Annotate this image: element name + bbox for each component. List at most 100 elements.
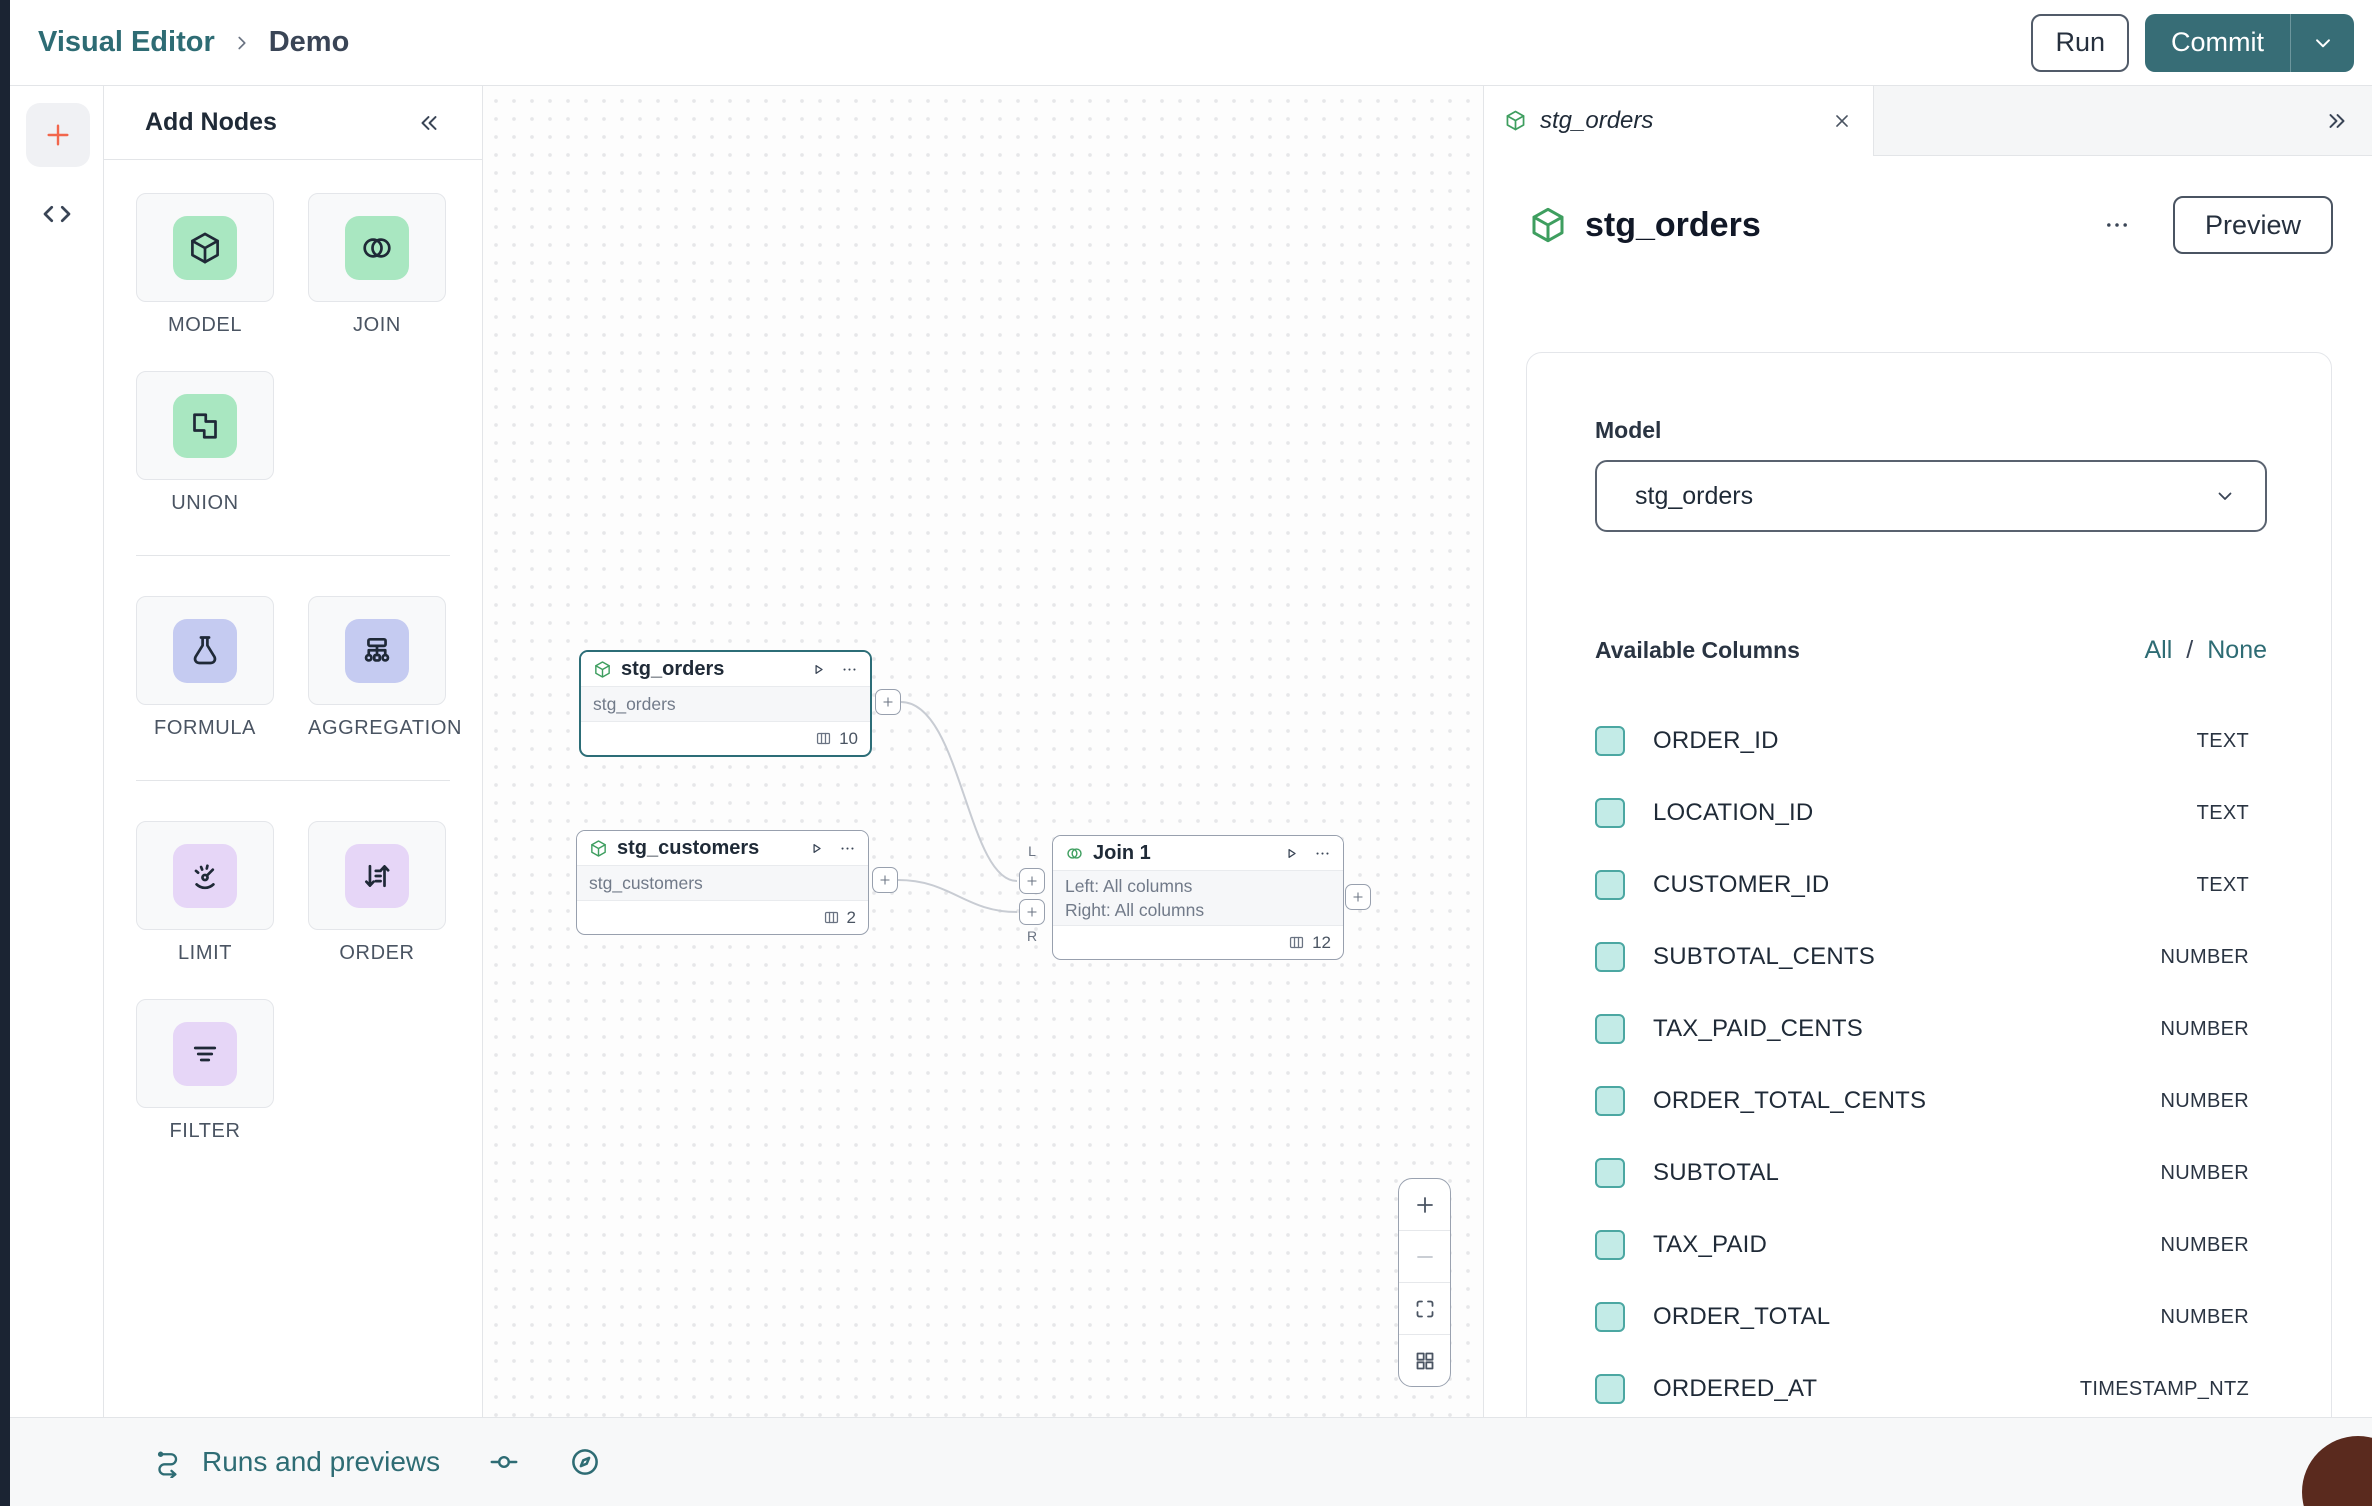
join-right-config: Right: All columns: [1065, 900, 1331, 921]
tab-stg-orders[interactable]: stg_orders: [1484, 86, 1874, 156]
node-join-1[interactable]: Join 1 Left: All columns Right: All colu…: [1052, 835, 1344, 960]
run-button[interactable]: Run: [2031, 14, 2129, 72]
cube-icon: [187, 230, 223, 266]
add-node-aggregation-button[interactable]: AGGREGATION: [308, 596, 446, 740]
chevron-right-icon: [231, 32, 253, 54]
model-select[interactable]: stg_orders: [1595, 460, 2267, 532]
column-checkbox[interactable]: [1595, 1086, 1625, 1116]
chevron-down-icon: [2310, 30, 2336, 56]
join-right-input-handle[interactable]: [1019, 899, 1045, 925]
palette-label: FILTER: [136, 1120, 274, 1143]
palette-divider: [136, 555, 450, 556]
add-node-rail-button[interactable]: [26, 103, 90, 167]
column-checkbox[interactable]: [1595, 726, 1625, 756]
more-options-icon[interactable]: [841, 661, 858, 678]
column-checkbox[interactable]: [1595, 1230, 1625, 1260]
palette-label: ORDER: [308, 942, 446, 965]
minus-icon: [1413, 1245, 1437, 1269]
fit-view-button[interactable]: [1399, 1282, 1450, 1334]
node-actions: [810, 661, 858, 678]
column-type: TEXT: [2197, 730, 2249, 753]
compass-icon[interactable]: [568, 1445, 602, 1479]
node-subtitle: stg_orders: [581, 686, 870, 722]
column-name: ORDER_ID: [1653, 727, 1779, 755]
palette-tile: [345, 844, 409, 908]
collapse-panel-button[interactable]: [416, 110, 442, 136]
join-icon: [1065, 844, 1084, 863]
output-handle-stg-orders[interactable]: [875, 689, 901, 715]
more-options-icon[interactable]: [2103, 211, 2131, 239]
top-header: Visual Editor Demo Run Commit: [10, 0, 2372, 86]
tab-title: stg_orders: [1540, 107, 1653, 135]
palette-tile: [173, 1022, 237, 1086]
column-checkbox[interactable]: [1595, 942, 1625, 972]
column-row: ORDER_TOTAL NUMBER: [1595, 1281, 2267, 1353]
select-all-link[interactable]: All: [2144, 636, 2172, 665]
column-name: TAX_PAID: [1653, 1231, 1767, 1259]
runs-icon: [152, 1447, 184, 1478]
commit-button[interactable]: Commit: [2145, 14, 2290, 72]
node-footer: 2: [577, 901, 868, 934]
right-port-label: R: [1019, 928, 1045, 944]
palette-label: MODEL: [136, 314, 274, 337]
dag-canvas[interactable]: stg_orders stg_orders 10 stg_customers: [483, 86, 1483, 1417]
add-node-join-button[interactable]: JOIN: [308, 193, 446, 337]
play-icon[interactable]: [810, 661, 827, 678]
palette-card: [136, 371, 274, 480]
palette-group: FORMULA AGGREGATION: [136, 596, 482, 740]
model-field-label: Model: [1595, 417, 2267, 444]
header-actions: Run Commit: [2031, 14, 2354, 72]
add-node-limit-button[interactable]: LIMIT: [136, 821, 274, 965]
output-handle-stg-customers[interactable]: [872, 867, 898, 893]
breadcrumb: Visual Editor Demo: [38, 26, 349, 59]
runs-and-previews-button[interactable]: Runs and previews: [202, 1446, 440, 1478]
breadcrumb-root-link[interactable]: Visual Editor: [38, 26, 215, 59]
left-port-label: L: [1019, 843, 1045, 859]
auto-layout-button[interactable]: [1399, 1334, 1450, 1386]
column-row: ORDER_TOTAL_CENTS NUMBER: [1595, 1065, 2267, 1137]
zoom-out-button[interactable]: [1399, 1230, 1450, 1282]
node-stg-orders[interactable]: stg_orders stg_orders 10: [579, 650, 872, 757]
output-handle-join[interactable]: [1345, 884, 1371, 910]
column-type: NUMBER: [2161, 1090, 2249, 1113]
code-view-button[interactable]: [31, 192, 83, 236]
play-icon[interactable]: [1283, 845, 1300, 862]
add-nodes-header: Add Nodes: [104, 86, 482, 160]
preview-button[interactable]: Preview: [2173, 196, 2333, 254]
zoom-in-button[interactable]: [1399, 1179, 1450, 1230]
palette-tile: [173, 844, 237, 908]
column-checkbox[interactable]: [1595, 1302, 1625, 1332]
more-options-icon[interactable]: [839, 840, 856, 857]
play-icon[interactable]: [808, 840, 825, 857]
commit-dropdown-button[interactable]: [2290, 14, 2354, 72]
union-icon: [187, 408, 223, 444]
more-options-icon[interactable]: [1314, 845, 1331, 862]
add-node-formula-button[interactable]: FORMULA: [136, 596, 274, 740]
column-checkbox[interactable]: [1595, 1158, 1625, 1188]
join-left-input-handle[interactable]: [1019, 868, 1045, 894]
collapsed-nav-rail: [0, 0, 10, 1506]
column-name: CUSTOMER_ID: [1653, 871, 1829, 899]
git-commit-icon[interactable]: [488, 1446, 520, 1478]
column-checkbox[interactable]: [1595, 1014, 1625, 1044]
add-node-filter-button[interactable]: FILTER: [136, 999, 274, 1143]
columns-icon: [815, 730, 832, 747]
close-icon[interactable]: [1831, 110, 1853, 132]
column-checkbox[interactable]: [1595, 1374, 1625, 1404]
column-name: ORDERED_AT: [1653, 1375, 1817, 1403]
add-nodes-list: MODEL JOIN UNION FORMULA: [104, 193, 482, 1143]
node-stg-customers[interactable]: stg_customers stg_customers 2: [576, 830, 869, 935]
select-none-link[interactable]: None: [2207, 636, 2267, 665]
add-node-union-button[interactable]: UNION: [136, 371, 274, 515]
collapse-inspector-button[interactable]: [2324, 108, 2350, 134]
inspector-heading-row: stg_orders Preview: [1484, 195, 2372, 255]
node-header: Join 1: [1053, 836, 1343, 870]
column-checkbox[interactable]: [1595, 798, 1625, 828]
add-node-model-button[interactable]: MODEL: [136, 193, 274, 337]
available-columns-header: Available Columns All / None: [1595, 636, 2267, 665]
column-checkbox[interactable]: [1595, 870, 1625, 900]
palette-group: MODEL JOIN UNION: [136, 193, 482, 515]
add-node-order-button[interactable]: ORDER: [308, 821, 446, 965]
column-row: SUBTOTAL NUMBER: [1595, 1137, 2267, 1209]
node-actions: [808, 840, 856, 857]
